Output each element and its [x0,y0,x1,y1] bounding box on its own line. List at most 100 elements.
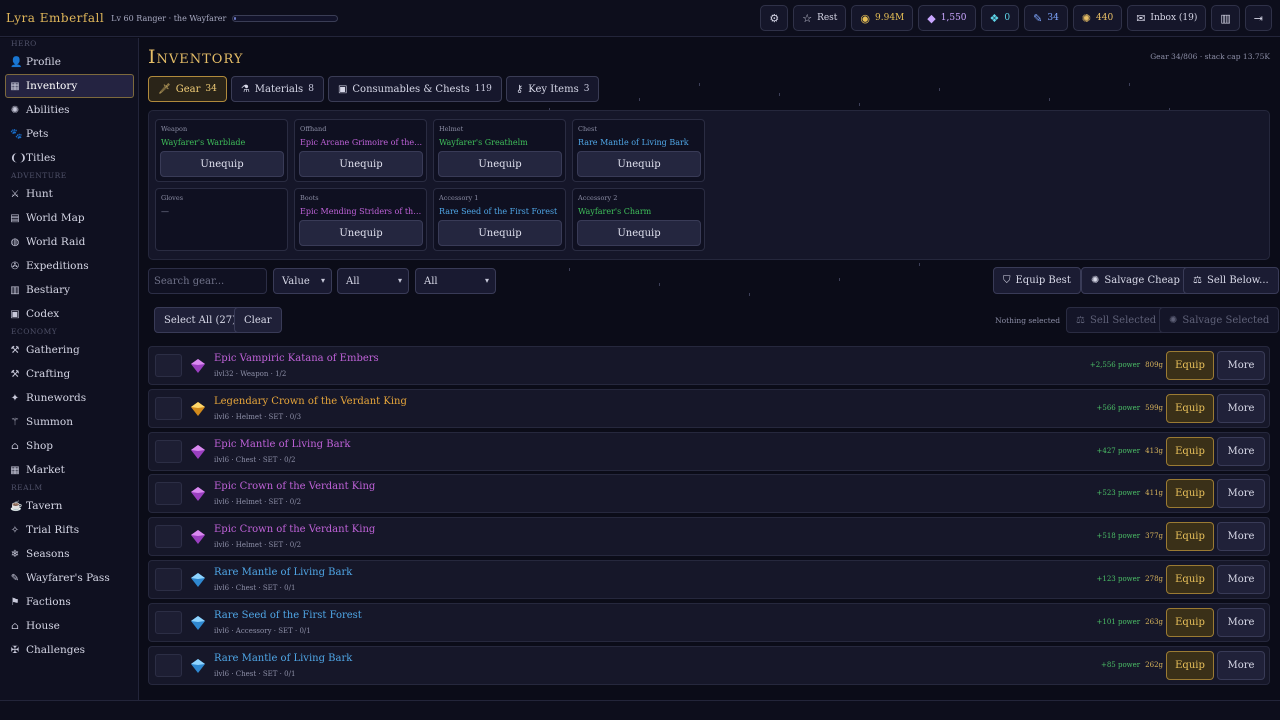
sidebar-item-expeditions[interactable]: ✇ Expeditions [5,254,134,278]
sidebar-item-codex[interactable]: ▣ Codex [5,302,134,326]
sort-select[interactable]: Value ▾ [273,268,332,294]
item-name[interactable]: Epic Vampiric Katana of Embers [214,353,379,364]
more-button[interactable]: More [1217,351,1265,380]
sidebar: Hero 👤 Profile ▦ Inventory ✺ Abilities 🐾 Pets ❨❩ T… [0,38,139,700]
select-checkbox[interactable] [155,653,182,677]
select-checkbox[interactable] [155,610,182,634]
sidebar-item-trial-rifts[interactable]: ✧ Trial Rifts [5,518,134,542]
salvage-cheap-button[interactable]: ✺ Salvage Cheap [1081,267,1190,294]
more-button[interactable]: More [1217,393,1265,423]
codex-icon: ▣ [10,308,20,320]
unequip-button[interactable]: Unequip [299,220,423,246]
unequip-button[interactable]: Unequip [299,151,423,177]
clear-button[interactable]: Clear [234,307,282,333]
equip-button[interactable]: Equip [1166,351,1214,380]
sidebar-item-factions[interactable]: ⚑ Factions [5,590,134,614]
item-power: +123 power [1096,575,1141,583]
layout-button[interactable]: ▥ [1211,5,1240,31]
select-checkbox[interactable] [155,568,182,591]
scale-icon: ⚖ [1193,275,1202,286]
equip-best-button[interactable]: ⛉ Equip Best [993,267,1081,294]
item-name[interactable]: Epic Crown of the Verdant King [214,524,375,535]
equip-button[interactable]: Equip [1166,436,1214,466]
select-checkbox[interactable] [155,396,182,420]
select-checkbox[interactable] [155,525,182,549]
sell-selected-button[interactable]: ⚖ Sell Selected [1066,307,1167,333]
slot-item-name: Wayfarer's Greathelm [439,138,528,147]
sidebar-item-tavern[interactable]: ☕ Tavern [5,494,134,518]
sell-below-button[interactable]: ⚖ Sell Below... [1183,267,1279,294]
more-button[interactable]: More [1217,479,1265,509]
tab-consumables-chests[interactable]: ▣ Consumables & Chests 119 [327,76,502,102]
unequip-button[interactable]: Unequip [577,151,701,177]
sidebar-item-crafting[interactable]: ⚒ Crafting [5,362,134,386]
equip-button[interactable]: Equip [1166,522,1214,552]
epic-gem-icon [190,444,206,460]
select-checkbox[interactable] [155,354,182,377]
item-price: 278g [1145,575,1163,583]
slot-label: Weapon [161,125,188,133]
item-name[interactable]: Legendary Crown of the Verdant King [214,396,407,407]
item-name[interactable]: Rare Mantle of Living Bark [214,653,352,664]
item-name[interactable]: Epic Mantle of Living Bark [214,439,350,450]
equip-button[interactable]: Equip [1166,393,1214,423]
tab-materials[interactable]: ⚗ Materials 8 [230,76,324,102]
sidebar-item-world-map[interactable]: ▤ World Map [5,206,134,230]
sidebar-item-bestiary[interactable]: ▥ Bestiary [5,278,134,302]
sidebar-item-summon[interactable]: ⚚ Summon [5,410,134,434]
more-button[interactable]: More [1217,436,1265,466]
sidebar-item-inventory[interactable]: ▦ Inventory [5,74,134,98]
equip-button[interactable]: Equip [1166,479,1214,509]
sidebar-item-runewords[interactable]: ✦ Runewords [5,386,134,410]
unequip-button[interactable]: Unequip [438,220,562,246]
sidebar-section-label: Adventure [11,171,67,180]
item-name[interactable]: Rare Seed of the First Forest [214,610,362,621]
settings-button[interactable]: ⚙ [760,5,789,31]
sidebar-item-pets[interactable]: 🐾 Pets [5,122,134,146]
rarity-filter-select[interactable]: All ▾ [415,268,496,294]
more-button[interactable]: More [1217,650,1265,680]
bottom-bar [0,700,1280,720]
select-checkbox[interactable] [155,482,182,506]
sidebar-item-label: World Map [26,212,85,224]
tab-key-items[interactable]: ⚷ Key Items 3 [505,76,600,102]
inventory-icon: ▦ [10,80,20,92]
sidebar-item-abilities[interactable]: ✺ Abilities [5,98,134,122]
item-name[interactable]: Epic Crown of the Verdant King [214,481,375,492]
key-icon: ⚷ [515,83,524,95]
tab-gear[interactable]: 🗡 Gear 34 [148,76,227,102]
equip-button[interactable]: Equip [1166,607,1214,637]
inbox-button[interactable]: ✉ Inbox (19) [1127,5,1207,31]
sidebar-item-seasons[interactable]: ❄ Seasons [5,542,134,566]
sidebar-item-titles[interactable]: ❨❩ Titles [5,146,134,170]
more-button[interactable]: More [1217,607,1265,637]
slot-filter-select[interactable]: All ▾ [337,268,409,294]
select-all-button[interactable]: Select All (27) [154,307,247,333]
sidebar-item-house[interactable]: ⌂ House [5,614,134,638]
equip-button[interactable]: Equip [1166,565,1214,594]
rest-button[interactable]: ☆ Rest [793,5,847,31]
more-button[interactable]: More [1217,565,1265,594]
sidebar-item-challenges[interactable]: ✠ Challenges [5,638,134,662]
unequip-button[interactable]: Unequip [577,220,701,246]
select-checkbox[interactable] [155,439,182,463]
sidebar-item-label: Codex [26,308,60,320]
search-input[interactable] [148,268,267,294]
more-button[interactable]: More [1217,522,1265,552]
sidebar-item-wayfarer-s-pass[interactable]: ✎ Wayfarer's Pass [5,566,134,590]
sidebar-item-market[interactable]: ▦ Market [5,458,134,482]
sidebar-item-world-raid[interactable]: ◍ World Raid [5,230,134,254]
item-meta: ilvl6 · Chest · SET · 0/1 [214,669,296,678]
unequip-button[interactable]: Unequip [160,151,284,177]
sidebar-item-hunt[interactable]: ⚔ Hunt [5,182,134,206]
item-name[interactable]: Rare Mantle of Living Bark [214,567,352,578]
unequip-button[interactable]: Unequip [438,151,562,177]
inbox-label: Inbox (19) [1150,13,1198,23]
sidebar-item-profile[interactable]: 👤 Profile [5,50,134,74]
logout-button[interactable]: ⇥ [1244,5,1272,31]
sidebar-item-shop[interactable]: ⌂ Shop [5,434,134,458]
equip-button[interactable]: Equip [1166,650,1214,680]
sidebar-item-gathering[interactable]: ⚒ Gathering [5,338,134,362]
salvage-selected-button[interactable]: ✺ Salvage Selected [1159,307,1280,333]
equipment-slot-weapon: Weapon Wayfarer's Warblade Unequip [155,119,288,182]
